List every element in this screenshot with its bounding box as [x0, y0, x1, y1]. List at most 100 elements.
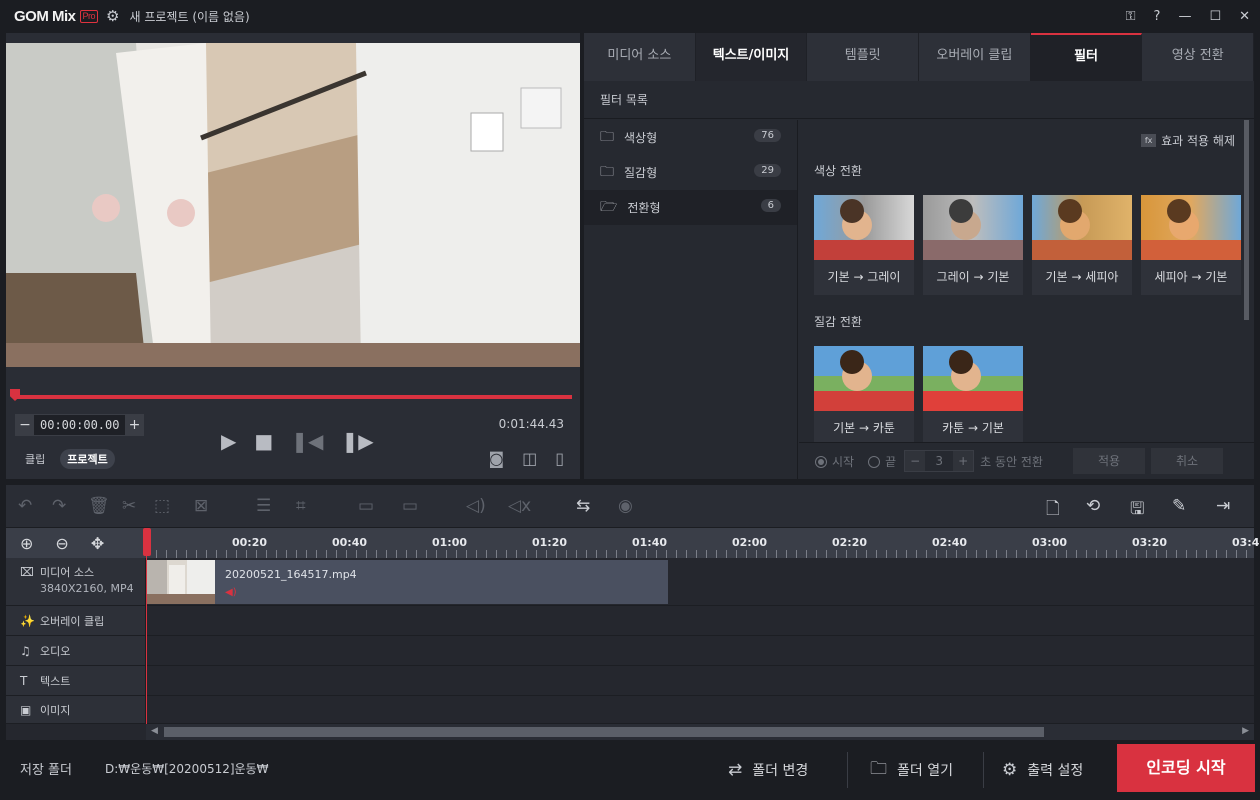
filter-label: 기본 → 그레이	[827, 270, 901, 284]
adjust-icon[interactable]: ☰	[256, 496, 271, 516]
cancel-button[interactable]: 취소	[1150, 448, 1223, 474]
gear-icon[interactable]: ⚙	[106, 7, 119, 25]
help-icon[interactable]: ?	[1154, 9, 1161, 24]
zoom-in-icon[interactable]: ⊕	[20, 534, 33, 553]
open-project-icon[interactable]: ⟲	[1086, 496, 1100, 516]
open-folder-button[interactable]: 🗀 폴더 열기	[870, 750, 953, 790]
delete-icon[interactable]: 🗑	[88, 496, 110, 516]
time-minus-button[interactable]: −	[16, 415, 34, 435]
next-frame-icon[interactable]: ❚▶	[341, 429, 373, 453]
track-media: ⌧ 미디어 소스 3840X2160, MP4 20200521_164517.…	[6, 558, 1254, 606]
camera-icon[interactable]: ◙	[489, 449, 505, 468]
duration-plus-button[interactable]: +	[953, 451, 974, 471]
duration-stepper[interactable]: − 3 +	[904, 450, 975, 472]
start-encoding-button[interactable]: 인코딩 시작	[1117, 744, 1255, 792]
save-as-icon[interactable]: ✎	[1172, 496, 1186, 516]
clip-name: 20200521_164517.mp4	[225, 568, 357, 581]
filter-thumb[interactable]: 기본 → 세피아	[1032, 195, 1132, 295]
tab-filter[interactable]: 필터	[1030, 33, 1143, 81]
side-panel-icon[interactable]: ▯	[555, 449, 564, 468]
overlay-icon: ✨	[20, 613, 35, 628]
timeline-clip[interactable]: 20200521_164517.mp4 ◀)	[147, 560, 668, 604]
duration-value[interactable]: 3	[925, 454, 953, 468]
change-folder-button[interactable]: ⇄ 폴더 변경	[728, 750, 808, 790]
track-overlay: ✨ 오버레이 클립	[6, 606, 1254, 636]
image-icon: ▣	[20, 702, 32, 717]
prev-frame-icon[interactable]: ❚◀	[291, 429, 323, 453]
ruler-label: 02:40	[932, 536, 968, 549]
image-icon[interactable]: ▭	[358, 496, 374, 516]
bottom-bar: 저장 폴더 D:₩운동₩[20200512]운동₩ ⇄ 폴더 변경 🗀 폴더 열…	[0, 740, 1260, 800]
category-item-color[interactable]: 🗀 색상형 76	[584, 120, 797, 155]
scroll-right-icon[interactable]: ▶	[1242, 726, 1249, 736]
app-logo: GOM Mix Pro	[14, 8, 99, 25]
stop-icon[interactable]: ■	[254, 429, 273, 453]
filter-thumb[interactable]: 기본 → 카툰	[814, 346, 914, 442]
category-item-transition[interactable]: 🗁 전환형 6	[584, 190, 797, 225]
minimize-button[interactable]: —	[1178, 9, 1191, 24]
tab-transition[interactable]: 영상 전환	[1142, 33, 1255, 81]
track-label: 이미지	[40, 703, 71, 717]
cut-icon[interactable]: ✂	[122, 496, 136, 516]
tab-template[interactable]: 템플릿	[807, 33, 920, 81]
preview-player: − 00:00:00.00 + 0:01:44.43 ▶ ■ ❚◀ ❚▶ 클립 …	[6, 33, 580, 479]
redo-icon[interactable]: ↷	[52, 496, 66, 516]
track-label: 오디오	[40, 644, 71, 658]
preview-icon[interactable]: ◉	[618, 496, 633, 516]
image-edit-icon[interactable]: ▭	[402, 496, 418, 516]
output-settings-button[interactable]: ⚙ 출력 설정	[1002, 750, 1083, 790]
filter-thumb[interactable]: 그레이 → 기본	[923, 195, 1023, 295]
split-view-icon[interactable]: ◫	[522, 449, 537, 468]
scroll-left-icon[interactable]: ◀	[151, 726, 158, 736]
save-icon[interactable]: 🖫	[1130, 496, 1144, 525]
tab-clip[interactable]: 클립	[18, 449, 52, 469]
timeline-ruler[interactable]: 00:20 00:40 01:00 01:20 01:40 02:00 02:2…	[6, 528, 1260, 558]
title-bar: GOM Mix Pro ⚙ 새 프로젝트 (이름 없음) ⚿ ? — ☐ ✕	[0, 0, 1260, 32]
duration-minus-button[interactable]: −	[905, 451, 926, 471]
filter-thumb[interactable]: 기본 → 그레이	[814, 195, 914, 295]
filter-scrollbar[interactable]	[1244, 120, 1249, 320]
ruler-label: 01:40	[632, 536, 668, 549]
zoom-out-icon[interactable]: ⊖	[55, 534, 68, 553]
export-icon[interactable]: ⇥	[1216, 496, 1230, 516]
duration-suffix: 초 동안 전환	[980, 454, 1043, 469]
ruler-label: 01:20	[532, 536, 568, 549]
remove-clip-icon[interactable]: ⊠	[194, 496, 208, 516]
current-time[interactable]: 00:00:00.00	[34, 418, 125, 432]
tab-media-source[interactable]: 미디어 소스	[584, 33, 696, 81]
select-clip-icon[interactable]: ⬚	[154, 496, 170, 516]
seek-bar[interactable]	[16, 395, 572, 399]
mute-icon[interactable]: ◁x	[508, 496, 531, 516]
maximize-button[interactable]: ☐	[1209, 9, 1221, 24]
unapply-button[interactable]: fx 효과 적용 해제	[1141, 132, 1235, 149]
volume-icon[interactable]: ◁)	[466, 496, 486, 516]
start-radio[interactable]: 시작	[815, 453, 854, 470]
timeline-scrollbar[interactable]: ◀ ▶	[146, 724, 1254, 740]
filter-thumb[interactable]: 카툰 → 기본	[923, 346, 1023, 442]
play-icon[interactable]: ▶	[221, 429, 236, 453]
filter-preview	[1141, 195, 1241, 260]
tab-overlay-clip[interactable]: 오버레이 클립	[919, 33, 1031, 81]
fit-icon[interactable]: ✥	[91, 534, 104, 553]
close-button[interactable]: ✕	[1239, 9, 1250, 24]
time-plus-button[interactable]: +	[125, 415, 144, 435]
time-stepper[interactable]: − 00:00:00.00 +	[15, 414, 145, 436]
new-project-icon[interactable]: 🗋	[1046, 496, 1060, 525]
apply-button[interactable]: 적용	[1072, 448, 1145, 474]
playhead[interactable]	[143, 528, 151, 556]
undo-icon[interactable]: ↶	[18, 496, 32, 516]
tab-project[interactable]: 프로젝트	[60, 449, 115, 469]
category-label: 색상형	[624, 131, 658, 145]
transition-apply-row: 시작 끝 − 3 + 초 동안 전환 적용 취소	[799, 442, 1254, 479]
transition-icon[interactable]: ⇆	[576, 496, 590, 516]
tab-text-image[interactable]: 텍스트/이미지	[695, 33, 808, 81]
scroll-thumb[interactable]	[164, 727, 1044, 737]
filter-list-header: 필터 목록	[584, 81, 1254, 119]
filter-thumb[interactable]: 세피아 → 기본	[1141, 195, 1241, 295]
key-icon[interactable]: ⚿	[1126, 9, 1136, 24]
category-item-texture[interactable]: 🗀 질감형 29	[584, 155, 797, 190]
end-radio[interactable]: 끝	[868, 453, 896, 470]
crop-icon[interactable]: ⌗	[296, 496, 306, 516]
seek-handle[interactable]	[10, 389, 20, 401]
track-label: 오버레이 클립	[40, 614, 105, 628]
